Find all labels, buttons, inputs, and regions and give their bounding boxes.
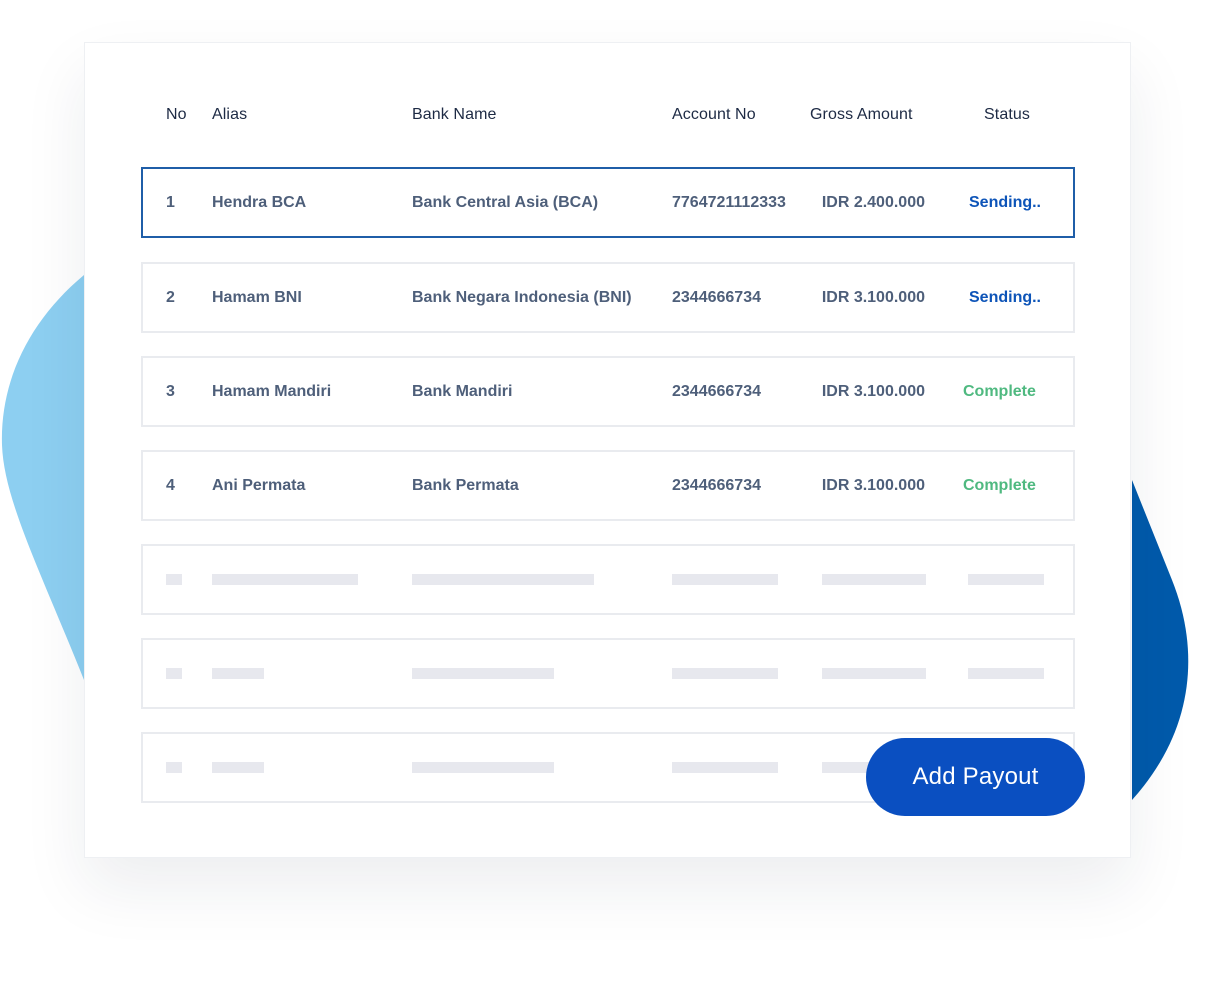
placeholder-row [141,638,1075,709]
row-no: 3 [166,382,175,400]
row-gross-amount: IDR 3.100.000 [821,288,925,306]
row-bank-name: Bank Mandiri [412,382,513,400]
placeholder-bar [968,574,1044,585]
header-status: Status [984,106,1030,123]
row-alias: Hendra BCA [212,193,307,211]
row-account-no: 2344666734 [672,382,761,400]
table-row[interactable]: 4 Ani Permata Bank Permata 2344666734 ID… [141,450,1075,521]
table-row[interactable]: 2 Hamam BNI Bank Negara Indonesia (BNI) … [141,262,1075,333]
placeholder-bar [412,574,594,585]
placeholder-bar [212,668,264,679]
placeholder-bar [822,574,926,585]
placeholder-row [141,544,1075,615]
row-no: 4 [166,476,175,494]
placeholder-bar [166,574,182,585]
row-no: 2 [166,288,175,306]
header-account-no: Account No [672,106,756,123]
table-row[interactable]: 1 Hendra BCA Bank Central Asia (BCA) 776… [141,167,1075,238]
dark-blue-blob [1132,480,1189,800]
placeholder-bar [212,574,358,585]
table-row[interactable]: 3 Hamam Mandiri Bank Mandiri 2344666734 … [141,356,1075,427]
header-no: No [166,106,187,123]
row-account-no: 2344666734 [672,476,761,494]
placeholder-bar [672,668,778,679]
header-gross-amount: Gross Amount [810,106,913,123]
placeholder-bar [212,762,264,773]
placeholder-bar [412,668,554,679]
add-payout-button[interactable]: Add Payout [866,738,1085,816]
row-bank-name: Bank Permata [412,476,519,494]
row-alias: Ani Permata [212,476,306,494]
row-status: Complete [963,476,1036,494]
row-alias: Hamam Mandiri [212,382,332,400]
row-bank-name: Bank Central Asia (BCA) [412,193,599,211]
row-status: Complete [963,382,1036,400]
row-account-no: 7764721112333 [672,193,786,211]
row-alias: Hamam BNI [212,288,302,306]
placeholder-bar [412,762,554,773]
placeholder-bar [166,762,182,773]
light-blue-blob [1,275,84,680]
placeholder-bar [672,762,778,773]
row-gross-amount: IDR 3.100.000 [821,382,925,400]
row-status: Sending.. [969,193,1041,211]
placeholder-bar [166,668,182,679]
row-bank-name: Bank Negara Indonesia (BNI) [412,288,632,306]
row-gross-amount: IDR 3.100.000 [821,476,925,494]
row-status: Sending.. [969,288,1041,306]
row-no: 1 [166,193,175,211]
placeholder-bar [672,574,778,585]
header-alias: Alias [212,106,248,123]
placeholder-bar [822,668,926,679]
placeholder-bar [968,668,1044,679]
row-gross-amount: IDR 2.400.000 [821,193,925,211]
header-bank-name: Bank Name [412,106,497,123]
row-account-no: 2344666734 [672,288,761,306]
